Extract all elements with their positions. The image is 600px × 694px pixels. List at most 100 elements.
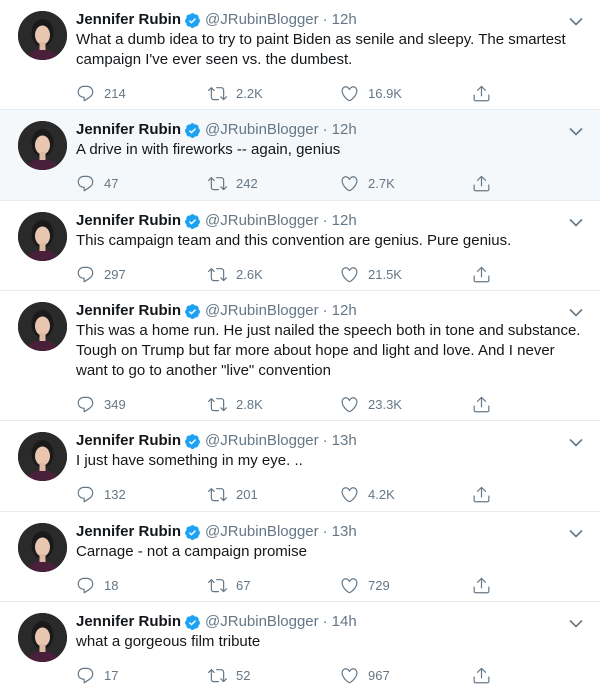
reply-count: 17: [104, 667, 119, 683]
timestamp[interactable]: 13h: [332, 431, 357, 451]
author-name[interactable]: Jennifer Rubin: [76, 301, 181, 321]
avatar[interactable]: [18, 11, 67, 60]
avatar[interactable]: [18, 302, 67, 351]
author-name[interactable]: Jennifer Rubin: [76, 10, 181, 30]
like-count: 21.5K: [368, 266, 402, 282]
reply-count: 18: [104, 577, 119, 593]
share-icon: [472, 174, 491, 193]
retweet-icon: [208, 84, 227, 103]
avatar[interactable]: [18, 121, 67, 170]
retweet-button[interactable]: 67: [208, 576, 340, 595]
tweet[interactable]: Jennifer Rubin @JRubinBlogger · 13h I ju…: [0, 421, 600, 512]
tweet-actions: 132 201 4.2K: [76, 475, 584, 513]
tweet-text: What a dumb idea to try to paint Biden a…: [76, 31, 566, 68]
tweet-header: Jennifer Rubin @JRubinBlogger · 12h: [76, 10, 584, 30]
share-button[interactable]: [472, 84, 500, 103]
chevron-down-icon[interactable]: [568, 304, 584, 320]
tweet-header: Jennifer Rubin @JRubinBlogger · 13h: [76, 431, 584, 451]
timestamp[interactable]: 14h: [332, 612, 357, 632]
tweet-actions: 214 2.2K 16.9K: [76, 74, 584, 112]
author-name[interactable]: Jennifer Rubin: [76, 522, 181, 542]
author-handle[interactable]: @JRubinBlogger: [205, 612, 319, 632]
tweet[interactable]: Jennifer Rubin @JRubinBlogger · 14h what…: [0, 602, 600, 689]
timestamp[interactable]: 12h: [332, 301, 357, 321]
reply-button[interactable]: 17: [76, 666, 208, 685]
share-button[interactable]: [472, 666, 500, 685]
retweet-button[interactable]: 52: [208, 666, 340, 685]
like-button[interactable]: 2.7K: [340, 174, 472, 193]
avatar[interactable]: [18, 212, 67, 261]
tweet-text: This was a home run. He just nailed the …: [76, 322, 581, 379]
tweet[interactable]: Jennifer Rubin @JRubinBlogger · 13h Carn…: [0, 512, 600, 602]
avatar[interactable]: [18, 613, 67, 662]
heart-icon: [340, 576, 359, 595]
tweet[interactable]: Jennifer Rubin @JRubinBlogger · 12h This…: [0, 291, 600, 421]
like-count: 23.3K: [368, 396, 402, 412]
retweet-button[interactable]: 2.8K: [208, 395, 340, 414]
like-button[interactable]: 729: [340, 576, 472, 595]
retweet-button[interactable]: 201: [208, 485, 340, 504]
verified-badge-icon: [184, 433, 201, 450]
like-button[interactable]: 23.3K: [340, 395, 472, 414]
author-handle[interactable]: @JRubinBlogger: [205, 301, 319, 321]
tweet[interactable]: Jennifer Rubin @JRubinBlogger · 12h A dr…: [0, 110, 600, 201]
share-button[interactable]: [472, 576, 500, 595]
like-button[interactable]: 16.9K: [340, 84, 472, 103]
chevron-down-icon[interactable]: [568, 434, 584, 450]
share-button[interactable]: [472, 174, 500, 193]
reply-button[interactable]: 349: [76, 395, 208, 414]
author-name[interactable]: Jennifer Rubin: [76, 120, 181, 140]
chevron-down-icon[interactable]: [568, 615, 584, 631]
reply-icon: [76, 84, 95, 103]
reply-button[interactable]: 18: [76, 576, 208, 595]
share-button[interactable]: [472, 485, 500, 504]
retweet-icon: [208, 174, 227, 193]
like-count: 16.9K: [368, 85, 402, 101]
share-icon: [472, 666, 491, 685]
timestamp[interactable]: 13h: [332, 522, 357, 542]
like-button[interactable]: 4.2K: [340, 485, 472, 504]
retweet-icon: [208, 485, 227, 504]
separator-dot: ·: [322, 432, 328, 449]
share-button[interactable]: [472, 395, 500, 414]
chevron-down-icon[interactable]: [568, 13, 584, 29]
retweet-button[interactable]: 2.6K: [208, 265, 340, 284]
retweet-icon: [208, 576, 227, 595]
like-count: 4.2K: [368, 486, 395, 502]
timestamp[interactable]: 12h: [332, 10, 357, 30]
author-name[interactable]: Jennifer Rubin: [76, 211, 181, 231]
retweet-button[interactable]: 2.2K: [208, 84, 340, 103]
author-handle[interactable]: @JRubinBlogger: [205, 120, 319, 140]
reply-button[interactable]: 47: [76, 174, 208, 193]
author-handle[interactable]: @JRubinBlogger: [205, 211, 319, 231]
retweet-count: 2.6K: [236, 266, 263, 282]
retweet-button[interactable]: 242: [208, 174, 340, 193]
author-name[interactable]: Jennifer Rubin: [76, 612, 181, 632]
chevron-down-icon[interactable]: [568, 525, 584, 541]
author-handle[interactable]: @JRubinBlogger: [205, 431, 319, 451]
tweet-header: Jennifer Rubin @JRubinBlogger · 12h: [76, 120, 584, 140]
author-handle[interactable]: @JRubinBlogger: [205, 522, 319, 542]
retweet-count: 52: [236, 667, 251, 683]
retweet-count: 201: [236, 486, 258, 502]
reply-button[interactable]: 214: [76, 84, 208, 103]
tweet-text: I just have something in my eye. ..: [76, 452, 303, 469]
like-button[interactable]: 21.5K: [340, 265, 472, 284]
share-icon: [472, 576, 491, 595]
tweet[interactable]: Jennifer Rubin @JRubinBlogger · 12h What…: [0, 0, 600, 110]
reply-button[interactable]: 132: [76, 485, 208, 504]
author-handle[interactable]: @JRubinBlogger: [205, 10, 319, 30]
chevron-down-icon[interactable]: [568, 214, 584, 230]
timestamp[interactable]: 12h: [332, 211, 357, 231]
reply-button[interactable]: 297: [76, 265, 208, 284]
like-button[interactable]: 967: [340, 666, 472, 685]
author-name[interactable]: Jennifer Rubin: [76, 431, 181, 451]
chevron-down-icon[interactable]: [568, 123, 584, 139]
share-button[interactable]: [472, 265, 500, 284]
timestamp[interactable]: 12h: [332, 120, 357, 140]
tweet-text: what a gorgeous film tribute: [76, 633, 261, 650]
avatar[interactable]: [18, 432, 67, 481]
tweet[interactable]: Jennifer Rubin @JRubinBlogger · 12h This…: [0, 201, 600, 291]
retweet-count: 2.2K: [236, 85, 263, 101]
avatar[interactable]: [18, 523, 67, 572]
